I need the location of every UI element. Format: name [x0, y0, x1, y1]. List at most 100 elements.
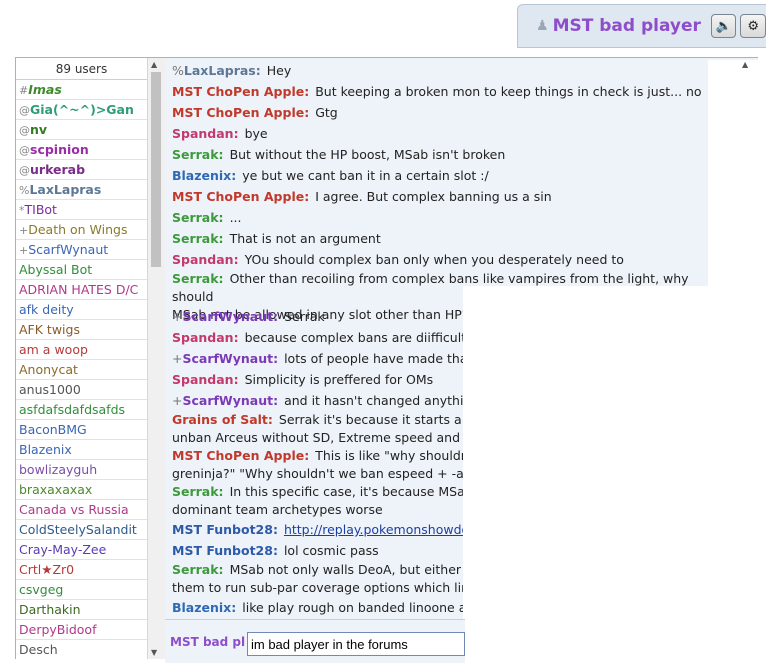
message-text-continued: dominant team archetypes worse [172, 502, 383, 517]
user-name: Darthakin [19, 602, 81, 617]
user-list-item[interactable]: ColdSteelySalandit [16, 520, 147, 540]
user-list-item[interactable]: *TIBot [16, 200, 147, 220]
message-author[interactable]: +ScarfWynaut: [172, 309, 278, 324]
user-list-item[interactable]: bowlizayguh [16, 460, 147, 480]
user-list-item[interactable]: Darthakin [16, 600, 147, 620]
user-list-item[interactable]: Crtl★Zr0 [16, 560, 147, 580]
message-text: But keeping a broken mon to keep things … [315, 84, 702, 99]
user-list-item[interactable]: DerpyBidoof [16, 620, 147, 640]
user-list-item[interactable]: AFK twigs [16, 320, 147, 340]
author-name: Spandan: [172, 126, 239, 141]
user-list-item[interactable]: @scpinion [16, 140, 147, 160]
user-rank: @ [19, 124, 30, 137]
user-list-scrollbar[interactable]: ▲ ▼ [147, 58, 165, 659]
user-list-item[interactable]: @nv [16, 120, 147, 140]
user-list-item[interactable]: Abyssal Bot [16, 260, 147, 280]
user-name: Abyssal Bot [19, 262, 93, 277]
user-name: BaconBMG [19, 422, 87, 437]
message-author[interactable]: +ScarfWynaut: [172, 393, 278, 408]
user-list-item[interactable]: anus1000 [16, 380, 147, 400]
user-name: LaxLapras [29, 182, 102, 197]
user-list-item[interactable]: @Gia(^~^)>Gan [16, 100, 147, 120]
user-name: csvgeg [19, 582, 64, 597]
user-rank: # [19, 84, 29, 97]
message-author[interactable]: MST Funbot28: [172, 522, 278, 537]
author-name: ScarfWynaut: [182, 309, 279, 324]
message-text: But without the HP boost, MSab isn't bro… [229, 147, 506, 162]
current-username[interactable]: MST bad player [553, 16, 701, 36]
user-list-item[interactable]: Canada vs Russia [16, 500, 147, 520]
user-list-item[interactable]: am a woop [16, 340, 147, 360]
torn-overlay [463, 286, 766, 668]
message-author[interactable]: Serrak: [172, 210, 224, 225]
user-list-item[interactable]: Cray-May-Zee [16, 540, 147, 560]
message-author[interactable]: MST ChoPen Apple: [172, 448, 309, 463]
message-author[interactable]: Spandan: [172, 330, 239, 345]
author-name: Serrak: [172, 147, 224, 162]
message-author[interactable]: Blazenix: [172, 168, 236, 183]
message-link[interactable]: http://replay.pokemonshowdo [284, 522, 469, 537]
message-author[interactable]: MST ChoPen Apple: [172, 84, 309, 99]
chat-scroll-up-icon[interactable]: ▲ [742, 60, 748, 69]
sound-button[interactable]: 🔈 [710, 14, 737, 38]
chat-message: MST ChoPen Apple: I agree. But complex ba… [172, 186, 552, 207]
author-name: Spandan: [172, 330, 239, 345]
message-author[interactable]: Serrak: [172, 147, 224, 162]
author-rank: + [172, 309, 183, 324]
user-list-item[interactable]: @urkerab [16, 160, 147, 180]
user-list-item[interactable]: BaconBMG [16, 420, 147, 440]
chat-message: +ScarfWynaut: Serrak [172, 306, 325, 327]
author-name: MST ChoPen Apple: [172, 448, 310, 463]
chat-message: Spandan: because complex bans are diiffic… [172, 327, 483, 348]
message-text: Serrak [284, 309, 325, 324]
message-text: and it hasn't changed anything [284, 393, 480, 408]
message-author[interactable]: MST ChoPen Apple: [172, 105, 309, 120]
user-list-item[interactable]: ADRIAN HATES D/C [16, 280, 147, 300]
user-list-item[interactable]: csvgeg [16, 580, 147, 600]
chat-input[interactable] [247, 632, 465, 656]
scroll-down-icon[interactable]: ▼ [151, 648, 157, 657]
message-author[interactable]: Serrak: [172, 271, 224, 286]
author-name: Serrak: [172, 231, 224, 246]
chat-message: Spandan: bye [172, 123, 268, 144]
user-list-item[interactable]: afk deity [16, 300, 147, 320]
message-author[interactable]: MST Funbot28: [172, 543, 278, 558]
message-author[interactable]: Spandan: [172, 372, 239, 387]
user-list-item[interactable]: Desch [16, 640, 147, 659]
message-text: This is like "why shouldn' [315, 448, 473, 463]
message-author[interactable]: Blazenix: [172, 600, 236, 615]
user-list-item[interactable]: +ScarfWynaut [16, 240, 147, 260]
author-name: Serrak: [172, 271, 224, 286]
message-author[interactable]: +ScarfWynaut: [172, 351, 278, 366]
chat-message: Serrak:... [172, 207, 241, 228]
user-list-item[interactable]: %LaxLapras [16, 180, 147, 200]
user-name: Canada vs Russia [19, 502, 129, 517]
user-name: AFK twigs [19, 322, 80, 337]
message-author[interactable]: Grains of Salt: [172, 412, 273, 427]
user-list-item[interactable]: #Imas [16, 80, 147, 100]
user-rank: @ [19, 104, 30, 117]
message-author[interactable]: Spandan: [172, 126, 239, 141]
settings-button[interactable]: ⚙ [740, 14, 766, 38]
message-author[interactable]: Serrak: [172, 484, 224, 499]
scroll-thumb[interactable] [151, 72, 161, 267]
user-list-item[interactable]: Blazenix [16, 440, 147, 460]
message-author[interactable]: %LaxLapras: [172, 63, 261, 78]
user-list-item[interactable]: Anonycat [16, 360, 147, 380]
user-list-item[interactable]: braxaxaxax [16, 480, 147, 500]
chat-input-bar: MST bad pla [165, 619, 465, 663]
author-name: MST ChoPen Apple: [172, 105, 310, 120]
message-text: Hey [266, 63, 292, 78]
message-author[interactable]: Serrak: [172, 231, 224, 246]
message-text: In this specific case, it's because MSab [229, 484, 473, 499]
scroll-up-icon[interactable]: ▲ [151, 60, 157, 69]
message-author[interactable]: Spandan: [172, 252, 239, 267]
message-author[interactable]: Serrak: [172, 562, 224, 577]
author-name: Blazenix: [172, 600, 237, 615]
user-list-panel: 89 users #Imas @Gia(^~^)>Gan @nv @scpinion @… [15, 57, 165, 659]
user-list-item[interactable]: +Death on Wings [16, 220, 147, 240]
user-list-item[interactable]: asfdafsdafdsafds [16, 400, 147, 420]
message-author[interactable]: MST ChoPen Apple: [172, 189, 309, 204]
author-name: ScarfWynaut: [182, 393, 279, 408]
chat-message: MST ChoPen Apple: Gtg [172, 102, 338, 123]
